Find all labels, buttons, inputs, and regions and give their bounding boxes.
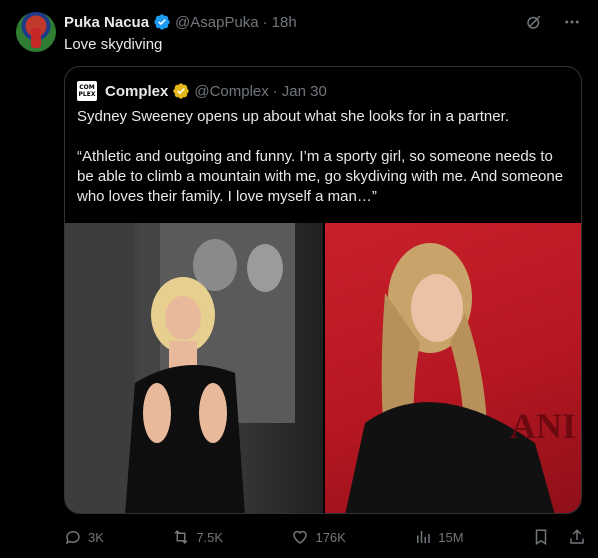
author-avatar[interactable]: [16, 12, 56, 52]
more-icon[interactable]: [562, 12, 582, 32]
reply-icon: [65, 530, 80, 545]
grok-icon[interactable]: [524, 12, 544, 32]
repost-icon: [174, 529, 188, 545]
author-name[interactable]: Puka Nacua: [64, 14, 149, 31]
svg-text:ANI: ANI: [510, 406, 576, 446]
like-count: 176K: [315, 529, 346, 545]
quote-avatar[interactable]: COM PLEX: [77, 81, 97, 101]
share-icon: [570, 529, 584, 544]
right-actions: [532, 528, 586, 546]
tweet-header: Puka Nacua @AsapPuka · 18h: [64, 12, 297, 32]
separator-dot: ·: [262, 13, 268, 31]
quote-text: Sydney Sweeney opens up about what she l…: [77, 107, 571, 227]
photo-red-carpet[interactable]: ANI: [325, 223, 581, 513]
views-button[interactable]: 15M: [414, 528, 464, 546]
verified-badge-icon: [154, 14, 170, 30]
share-button[interactable]: [568, 528, 586, 546]
repost-count: 7.5K: [196, 529, 224, 545]
quote-header: COM PLEX Complex @Complex · Jan 30: [77, 81, 327, 101]
tweet-text: Love skydiving: [64, 36, 163, 53]
separator-dot: ·: [272, 82, 278, 100]
photo-black-dress[interactable]: [65, 223, 323, 513]
reply-button[interactable]: 3K: [64, 528, 104, 546]
repost-button[interactable]: 7.5K: [172, 528, 223, 546]
quote-text-line1: Sydney Sweeney opens up about what she l…: [77, 108, 509, 125]
reply-count: 3K: [88, 529, 104, 545]
quote-author-name[interactable]: Complex: [105, 83, 168, 100]
views-icon: [417, 531, 430, 543]
quote-text-line2: “Athletic and outgoing and funny. I’m a …: [77, 148, 564, 205]
verified-badge-icon: [173, 83, 190, 99]
tweet-actions: 3K 7.5K 176K 15M: [64, 526, 586, 548]
tweet-top-icons: [524, 12, 582, 32]
bookmark-icon: [535, 529, 547, 546]
author-handle[interactable]: @AsapPuka: [175, 14, 259, 31]
quoted-tweet[interactable]: COM PLEX Complex @Complex · Jan 30 Sydney…: [64, 66, 582, 514]
quote-date[interactable]: Jan 30: [282, 83, 327, 100]
quote-media: ANI: [65, 223, 581, 513]
bookmark-button[interactable]: [532, 528, 550, 546]
quote-author-handle[interactable]: @Complex: [194, 83, 268, 100]
tweet-time[interactable]: 18h: [272, 14, 297, 31]
views-count: 15M: [438, 529, 464, 545]
heart-icon: [293, 530, 308, 544]
like-button[interactable]: 176K: [291, 528, 346, 546]
